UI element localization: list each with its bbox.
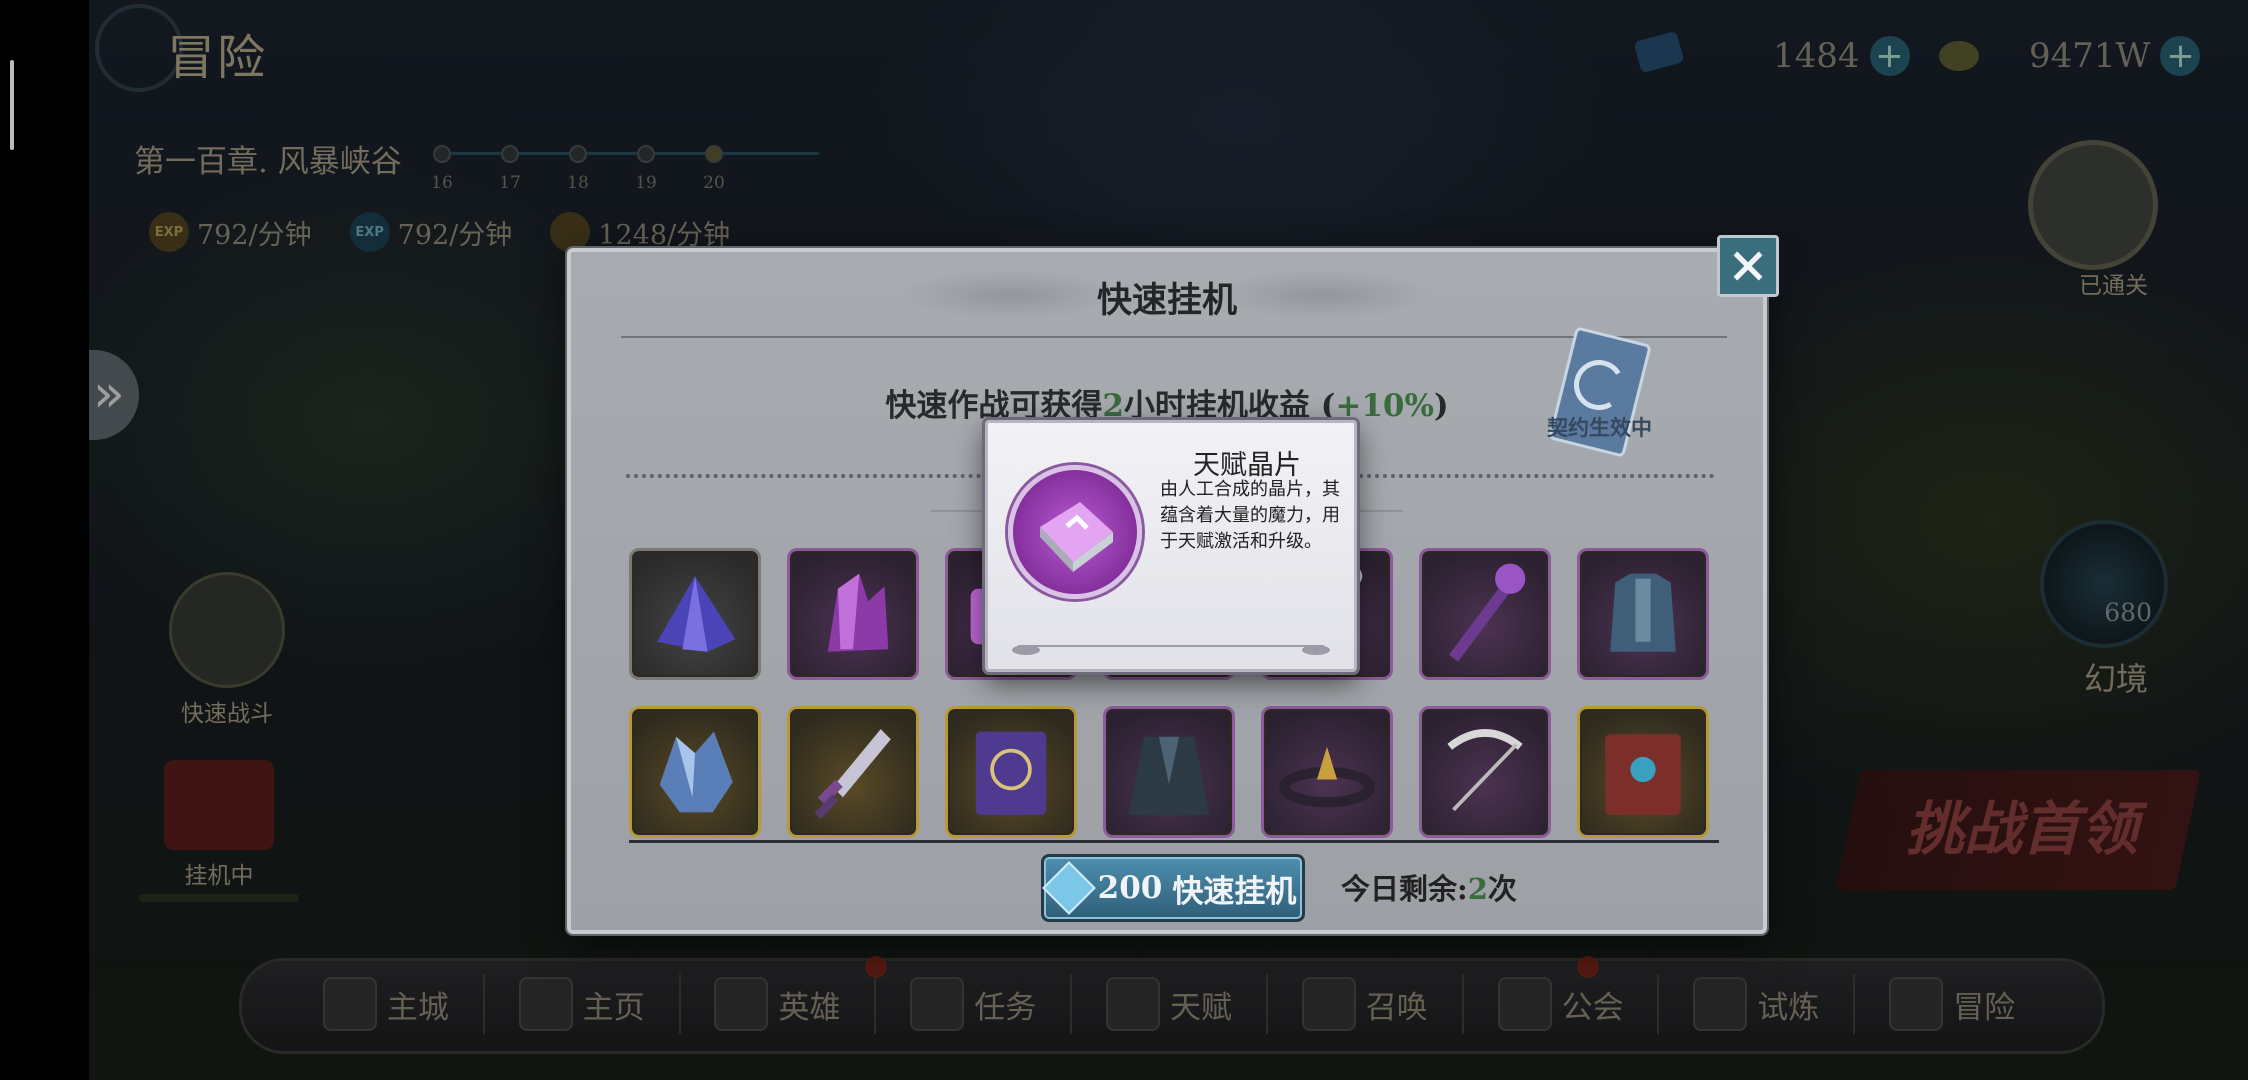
item-slot-cloak[interactable] xyxy=(1103,706,1235,838)
item-slot-purple-staff[interactable] xyxy=(1419,548,1551,680)
item-slot-crystal-cluster[interactable] xyxy=(787,548,919,680)
close-button[interactable] xyxy=(1717,235,1779,297)
quick-idle-button[interactable]: 200 快速挂机 xyxy=(1041,854,1305,922)
title-divider xyxy=(621,336,1727,338)
item-slot-crown-ring[interactable] xyxy=(1261,706,1393,838)
letterbox-left xyxy=(0,0,89,1080)
item-slot-bow[interactable] xyxy=(1419,706,1551,838)
diamond-icon xyxy=(1041,861,1096,915)
tooltip-divider xyxy=(1018,645,1324,647)
contract-status-label: 契约生效中 xyxy=(1547,415,1652,440)
system-edge-handle[interactable] xyxy=(10,60,14,150)
talent-chip-icon xyxy=(1008,465,1142,599)
item-slot-red-tome[interactable] xyxy=(1577,706,1709,838)
tooltip-description: 由人工合成的晶片，其蕴含着大量的魔力，用于天赋激活和升级。 xyxy=(1160,479,1340,552)
item-slot-crystal-pile[interactable] xyxy=(629,548,761,680)
remaining-uses: 今日剩余:2次 xyxy=(1341,872,1517,906)
item-slot-spell-book[interactable] xyxy=(945,706,1077,838)
button-cost: 200 xyxy=(1097,870,1163,906)
tooltip-ornament xyxy=(1302,645,1330,655)
dialog-title: 快速挂机 xyxy=(1096,280,1237,321)
item-slot-armor[interactable] xyxy=(1577,548,1709,680)
footer-divider xyxy=(629,840,1719,843)
tooltip-ornament xyxy=(1012,645,1040,655)
button-label: 快速挂机 xyxy=(1172,873,1297,910)
item-slot-dagger[interactable] xyxy=(787,706,919,838)
item-tooltip: 天赋晶片 由人工合成的晶片，其蕴含着大量的魔力，用于天赋激活和升级。 xyxy=(985,420,1357,672)
item-slot-crystal-helmet[interactable] xyxy=(629,706,761,838)
close-icon xyxy=(1733,251,1763,281)
